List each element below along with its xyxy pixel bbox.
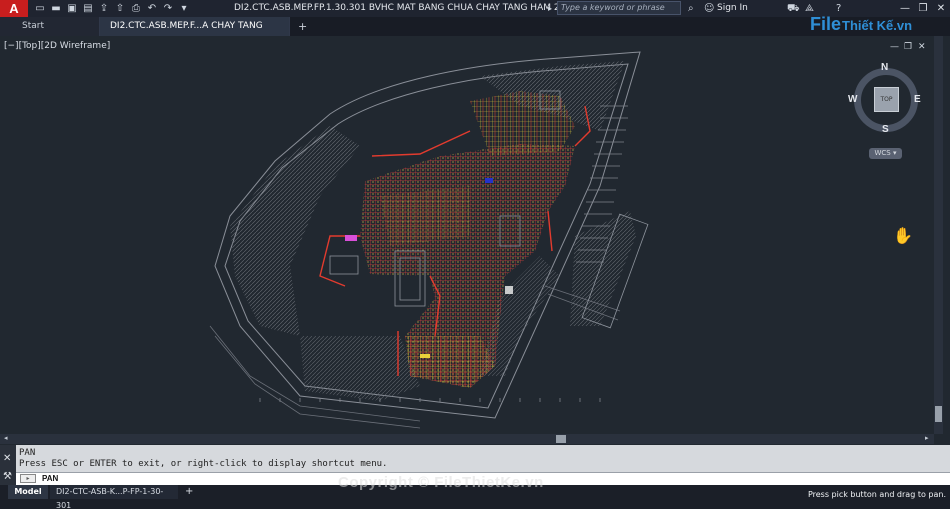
wcs-menu[interactable]: WCS ▾ — [869, 148, 902, 159]
cart-icon[interactable]: ⛟ — [787, 0, 800, 17]
quick-access-toolbar: ▭ ▬ ▣ ▤ ⇪ ⇧ ⎙ ↶ ↷ ▾ — [28, 0, 190, 17]
tab-active-drawing[interactable]: DI2.CTC.ASB.MEP.F...A CHAY TANG HAM 2* — [100, 17, 290, 50]
command-customize-icon[interactable]: ⚒ — [3, 471, 12, 482]
undo-icon[interactable]: ↶ — [146, 0, 158, 17]
add-layout-button[interactable]: + — [185, 485, 193, 499]
plot-icon[interactable]: ⎙ — [130, 0, 142, 17]
drawing-canvas — [209, 51, 649, 429]
user-icon[interactable]: ☺ — [704, 0, 714, 17]
viewport-label[interactable]: [−][Top][2D Wireframe] — [4, 41, 110, 51]
new-tab-button[interactable]: + — [290, 17, 315, 36]
command-line-sidebar: ✕ ⚒ — [0, 445, 16, 485]
binoculars-icon[interactable]: ⌕ — [688, 0, 694, 17]
vertical-scroll-thumb[interactable] — [935, 406, 942, 422]
new-file-icon[interactable]: ▭ — [34, 0, 46, 17]
tab-model[interactable]: Model — [8, 485, 48, 499]
scroll-right-icon[interactable]: ▸ — [925, 434, 929, 442]
horizontal-scroll-thumb[interactable] — [556, 435, 566, 443]
search-input[interactable]: Type a keyword or phrase — [557, 1, 681, 15]
horizontal-scrollbar[interactable] — [0, 434, 934, 444]
viewcube[interactable]: TOP N S E W — [848, 62, 922, 136]
upload-icon[interactable]: ⇪ — [98, 0, 110, 17]
watermark-logo: File Thiết Kế.vn — [810, 14, 922, 40]
save-icon[interactable]: ▣ — [66, 0, 78, 17]
share-icon[interactable]: ⇧ — [114, 0, 126, 17]
tab-start[interactable]: Start — [0, 17, 100, 36]
watermark-logo-file: File — [810, 14, 842, 34]
compass-west[interactable]: W — [848, 94, 857, 105]
redo-icon[interactable]: ↷ — [162, 0, 174, 17]
command-input-value[interactable]: PAN — [42, 473, 58, 484]
scroll-left-icon[interactable]: ◂ — [4, 434, 8, 442]
viewcube-top-face[interactable]: TOP — [874, 87, 899, 112]
vertical-scrollbar[interactable] — [934, 36, 943, 434]
viewport-close-icon[interactable]: ✕ — [918, 42, 926, 52]
compass-east[interactable]: E — [914, 94, 921, 105]
close-icon[interactable]: ✕ — [932, 0, 950, 17]
viewport-minimize-icon[interactable]: — — [890, 42, 899, 52]
sign-in-button[interactable]: Sign In — [717, 0, 748, 17]
command-history-line: PAN — [19, 448, 36, 458]
qat-dropdown-icon[interactable]: ▾ — [178, 0, 190, 17]
pan-hand-cursor-icon: ✋ — [893, 226, 913, 245]
document-title: DI2.CTC.ASB.MEP.FP.1.30.301 BVHC MAT BAN… — [234, 3, 582, 13]
compass-south[interactable]: S — [882, 124, 889, 135]
watermark-logo-thietke: Thiết Kế.vn — [842, 18, 913, 33]
drawing-viewport[interactable]: [−][Top][2D Wireframe] — ❐ ✕ TOP N S E W… — [0, 36, 950, 434]
autocad-window: A ▭ ▬ ▣ ▤ ⇪ ⇧ ⎙ ↶ ↷ ▾ DI2.CTC.ASB.MEP.FP… — [0, 0, 950, 509]
status-message: Press pick button and drag to pan. — [807, 490, 946, 499]
open-file-icon[interactable]: ▬ — [50, 0, 62, 17]
compass-north[interactable]: N — [881, 62, 888, 73]
autocad-logo-icon[interactable]: A — [0, 0, 28, 17]
viewport-restore-icon[interactable]: ❐ — [904, 42, 912, 52]
command-close-icon[interactable]: ✕ — [3, 453, 11, 464]
command-prompt-icon[interactable]: ▸ — [20, 474, 36, 483]
title-bar: A ▭ ▬ ▣ ▤ ⇪ ⇧ ⎙ ↶ ↷ ▾ DI2.CTC.ASB.MEP.FP… — [0, 0, 950, 17]
file-tabs: Start DI2.CTC.ASB.MEP.F...A CHAY TANG HA… — [0, 17, 950, 50]
save-as-icon[interactable]: ▤ — [82, 0, 94, 17]
search-expand-icon[interactable]: ▸ — [548, 0, 552, 17]
watermark-copyright: Copyright © FileThietKe.vn — [338, 474, 544, 491]
tab-layout[interactable]: DI2-CTC-ASB-K...P-FP-1-30-301 — [50, 485, 178, 509]
command-history-line: Press ESC or ENTER to exit, or right-cli… — [19, 459, 388, 469]
